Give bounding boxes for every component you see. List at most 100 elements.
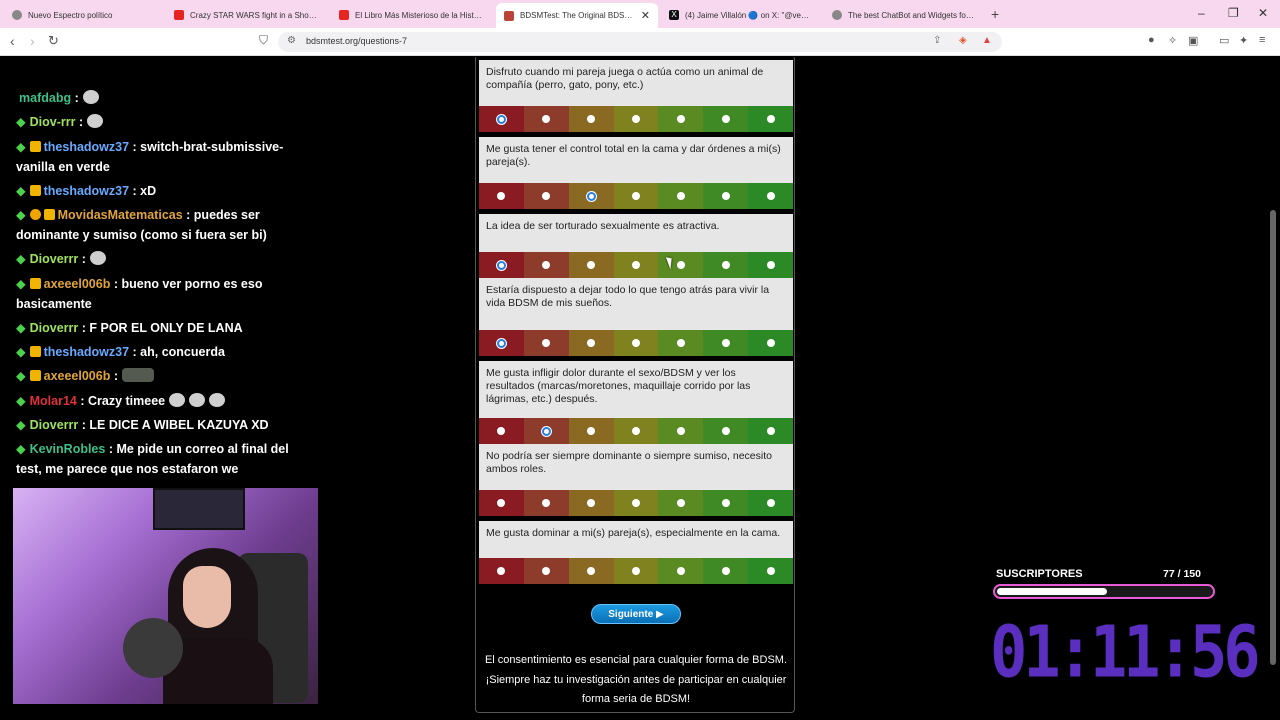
radio-button[interactable] [676, 427, 685, 435]
answer-option-3[interactable] [568, 330, 614, 356]
chat-username[interactable]: KevinRobles [30, 442, 106, 456]
radio-button[interactable] [542, 339, 551, 347]
rewards-icon[interactable]: ▲ [982, 35, 992, 46]
new-tab-icon[interactable]: + [991, 6, 999, 22]
radio-button[interactable] [766, 115, 775, 123]
answer-option-5[interactable] [658, 252, 704, 278]
answer-option-4[interactable] [613, 330, 659, 356]
answer-option-3[interactable] [568, 418, 614, 444]
radio-button[interactable] [497, 499, 506, 507]
radio-button[interactable] [676, 261, 685, 269]
radio-button[interactable] [542, 115, 551, 123]
radio-button[interactable] [766, 192, 775, 200]
radio-button[interactable] [721, 192, 730, 200]
share-icon[interactable]: ⇪ [933, 35, 941, 46]
tab-1[interactable]: Nuevo Espectro político [4, 4, 164, 26]
answer-option-4[interactable] [613, 490, 659, 516]
answer-option-2[interactable] [523, 490, 569, 516]
extension-icon[interactable]: ● [1148, 34, 1155, 46]
answer-option-6[interactable] [703, 106, 749, 132]
chat-username[interactable]: MovidasMatematicas [58, 208, 183, 222]
chat-username[interactable]: axeeel006b [44, 277, 111, 291]
radio-button[interactable] [632, 427, 640, 435]
radio-button[interactable] [721, 567, 730, 575]
radio-button[interactable] [587, 115, 596, 123]
radio-button-selected[interactable] [541, 426, 551, 436]
bookmark-icon[interactable]: ⛉ [259, 33, 268, 48]
puzzle-icon[interactable]: ✧ [1168, 34, 1177, 47]
radio-button[interactable] [766, 339, 775, 347]
radio-button[interactable] [587, 567, 596, 575]
answer-option-4[interactable] [613, 106, 659, 132]
radio-button-selected[interactable] [496, 260, 506, 270]
answer-option-5[interactable] [658, 558, 704, 584]
answer-option-1[interactable] [479, 558, 524, 584]
radio-button[interactable] [766, 567, 775, 575]
answer-option-7[interactable] [748, 490, 794, 516]
chat-username[interactable]: theshadowz37 [44, 345, 129, 359]
answer-option-4[interactable] [613, 558, 659, 584]
radio-button[interactable] [542, 499, 551, 507]
radio-button[interactable] [632, 499, 640, 507]
radio-button[interactable] [632, 261, 640, 269]
ai-icon[interactable]: ✦ [1239, 34, 1248, 47]
menu-icon[interactable]: ≡ [1259, 34, 1265, 46]
answer-option-4[interactable] [613, 252, 659, 278]
answer-option-7[interactable] [748, 106, 794, 132]
sidebar-icon[interactable]: ▣ [1188, 34, 1198, 47]
answer-option-7[interactable] [748, 418, 794, 444]
chat-username[interactable]: Dioverrr [30, 418, 79, 432]
answer-option-1[interactable] [479, 183, 524, 209]
radio-button[interactable] [721, 499, 730, 507]
chat-username[interactable]: Molar14 [30, 394, 77, 408]
chat-username[interactable]: Dioverrr [30, 252, 79, 266]
answer-option-6[interactable] [703, 330, 749, 356]
page-scrollbar[interactable] [1270, 210, 1276, 665]
answer-option-1[interactable] [479, 252, 524, 278]
forward-icon[interactable]: › [30, 33, 35, 49]
answer-option-7[interactable] [748, 330, 794, 356]
answer-option-2[interactable] [523, 418, 569, 444]
radio-button[interactable] [587, 261, 596, 269]
answer-option-6[interactable] [703, 558, 749, 584]
radio-button[interactable] [632, 339, 640, 347]
reload-icon[interactable]: ↻ [48, 33, 59, 49]
answer-option-6[interactable] [703, 418, 749, 444]
answer-option-5[interactable] [658, 106, 704, 132]
answer-option-5[interactable] [658, 490, 704, 516]
answer-option-1[interactable] [479, 490, 524, 516]
site-info-icon[interactable]: ⚙ [287, 35, 296, 46]
answer-option-2[interactable] [523, 183, 569, 209]
tab-2[interactable]: Crazy STAR WARS fight in a Shopping [166, 4, 326, 26]
close-tab-icon[interactable]: ✕ [641, 9, 650, 22]
chat-username[interactable]: theshadowz37 [44, 184, 129, 198]
radio-button[interactable] [721, 427, 730, 435]
answer-option-2[interactable] [523, 558, 569, 584]
radio-button[interactable] [632, 115, 640, 123]
answer-option-7[interactable] [748, 252, 794, 278]
answer-option-2[interactable] [523, 106, 569, 132]
radio-button[interactable] [766, 427, 775, 435]
radio-button[interactable] [766, 261, 775, 269]
answer-option-4[interactable] [613, 418, 659, 444]
minimize-icon[interactable]: – [1198, 6, 1205, 20]
answer-option-1[interactable] [479, 106, 524, 132]
answer-option-5[interactable] [658, 183, 704, 209]
radio-button[interactable] [721, 261, 730, 269]
radio-button[interactable] [497, 567, 506, 575]
restore-icon[interactable]: ❐ [1228, 6, 1239, 20]
chat-username[interactable]: theshadowz37 [44, 140, 129, 154]
answer-option-5[interactable] [658, 330, 704, 356]
radio-button[interactable] [676, 115, 685, 123]
answer-option-3[interactable] [568, 558, 614, 584]
answer-option-1[interactable] [479, 418, 524, 444]
chat-username[interactable]: Dioverrr [30, 321, 79, 335]
shield-icon[interactable]: ◈ [959, 35, 967, 46]
chat-username[interactable]: axeeel006b [44, 369, 111, 383]
tab-4-active[interactable]: BDSMTest: The Original BDSM & ✕ [496, 3, 658, 28]
address-bar[interactable]: ⚙ bdsmtest.org/questions-7 ⇪ ◈ ▲ [278, 32, 1002, 52]
radio-button[interactable] [676, 192, 685, 200]
answer-option-6[interactable] [703, 252, 749, 278]
radio-button[interactable] [676, 339, 685, 347]
radio-button[interactable] [721, 115, 730, 123]
